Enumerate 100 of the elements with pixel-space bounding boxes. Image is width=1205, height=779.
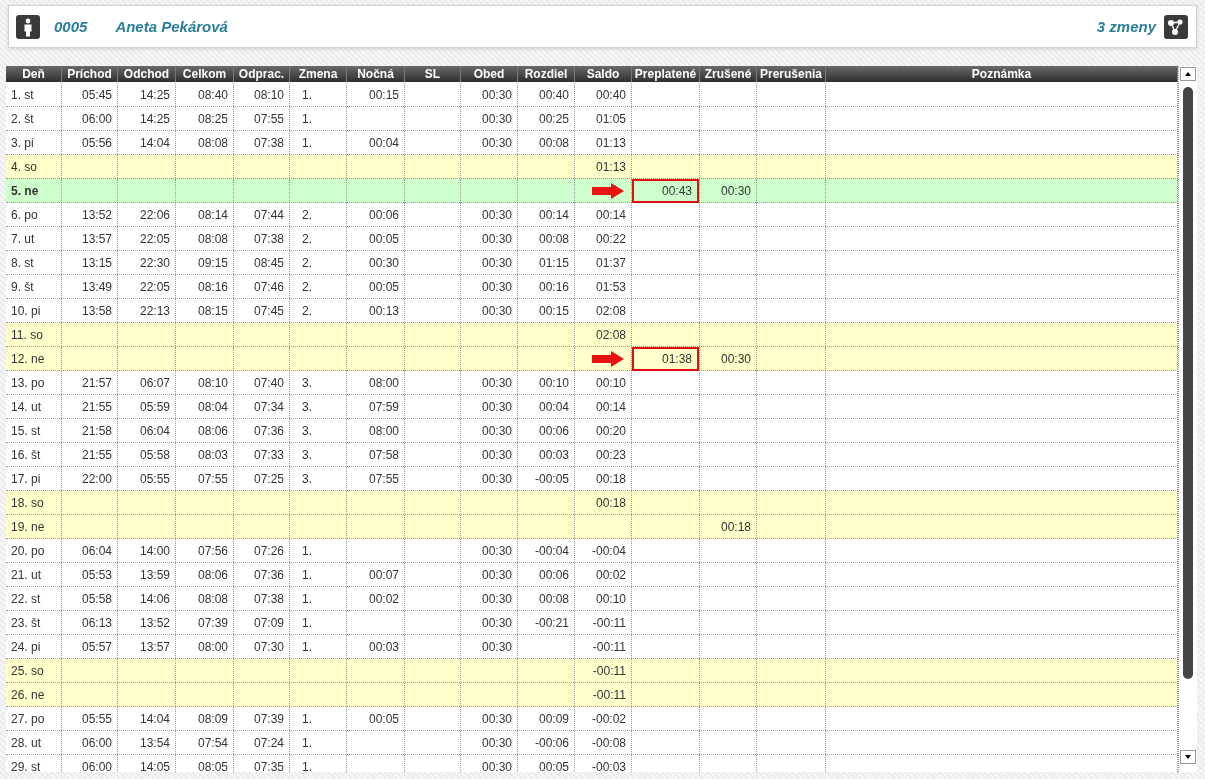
table-row[interactable]: 23. št 06:13 13:52 07:39 07:09 1. 00:30 -00:21 -00:11 bbox=[6, 611, 1178, 635]
table-row[interactable]: 3. pi 05:56 14:04 08:08 07:38 1. 00:04 00:30 00:08 01:13 bbox=[6, 131, 1178, 155]
column-header[interactable]: Prerušenia bbox=[757, 66, 826, 82]
table-cell: 05:58 bbox=[139, 447, 170, 462]
table-cell: 00:30 bbox=[481, 423, 512, 438]
table-row[interactable]: 7. ut 13:57 22:05 08:08 07:38 2. 00:05 00:30 00:08 00:22 bbox=[6, 227, 1178, 251]
table-cell: 07:38 bbox=[253, 591, 284, 606]
table-cell: 07:35 bbox=[253, 759, 284, 772]
table-cell: 06:00 bbox=[81, 735, 112, 750]
table-cell: 02:08 bbox=[595, 327, 626, 342]
table-row[interactable]: 8. st 13:15 22:30 09:15 08:45 2. 00:30 00:30 01:15 01:37 bbox=[6, 251, 1178, 275]
table-row[interactable]: 18. so 00:18 bbox=[6, 491, 1178, 515]
table-row[interactable]: 13. po 21:57 06:07 08:10 07:40 3. 08:00 00:30 00:10 00:10 bbox=[6, 371, 1178, 395]
column-header[interactable]: Odprac. bbox=[234, 66, 290, 82]
table-cell: 22:30 bbox=[139, 255, 170, 270]
column-header[interactable]: Príchod bbox=[62, 66, 118, 82]
table-cell: 17. pi bbox=[11, 471, 41, 486]
table-cell: 00:15 bbox=[538, 303, 569, 318]
column-header[interactable]: Poznámka bbox=[826, 66, 1178, 82]
table-cell: 13:59 bbox=[139, 567, 170, 582]
table-cell: 00:30 bbox=[481, 567, 512, 582]
column-header[interactable]: Rozdiel bbox=[518, 66, 575, 82]
table-row[interactable]: 16. št 21:55 05:58 08:03 07:33 3. 07:58 00:30 00:03 00:23 bbox=[6, 443, 1178, 467]
column-header[interactable]: Saldo bbox=[575, 66, 632, 82]
column-header[interactable]: Deň bbox=[6, 66, 62, 82]
column-header[interactable]: Preplatené bbox=[632, 66, 700, 82]
table-row[interactable]: 22. st 05:58 14:06 08:08 07:38 1. 00:02 00:30 00:08 00:10 bbox=[6, 587, 1178, 611]
table-row[interactable]: 1. st 05:45 14:25 08:40 08:10 1. 00:15 00:30 00:40 00:40 bbox=[6, 83, 1178, 107]
table-cell: 21:58 bbox=[81, 423, 112, 438]
person-icon[interactable] bbox=[16, 14, 40, 39]
table-row[interactable]: 17. pi 22:00 05:55 07:55 07:25 3. 07:55 00:30 -00:05 00:18 bbox=[6, 467, 1178, 491]
column-header[interactable]: Zrušené bbox=[700, 66, 757, 82]
table-cell: 18. so bbox=[11, 495, 44, 510]
table-cell: 00:30 bbox=[481, 639, 512, 654]
table-cell: 5. ne bbox=[11, 184, 39, 198]
table-cell: 07:45 bbox=[253, 303, 284, 318]
table-row[interactable]: 28. ut 06:00 13:54 07:54 07:24 1. 00:30 -00:06 -00:08 bbox=[6, 731, 1178, 755]
table-cell: 08:08 bbox=[197, 135, 228, 150]
table-cell: 00:22 bbox=[595, 231, 626, 246]
table-cell: 13. po bbox=[11, 375, 45, 390]
table-cell: 00:30 bbox=[481, 279, 512, 294]
table-cell: 14:04 bbox=[139, 135, 170, 150]
table-row[interactable]: 24. pi 05:57 13:57 08:00 07:30 1. 00:03 00:30 -00:11 bbox=[6, 635, 1178, 659]
column-header[interactable]: Odchod bbox=[118, 66, 176, 82]
scroll-up-icon[interactable] bbox=[1180, 67, 1196, 81]
table-row[interactable]: 9. št 13:49 22:05 08:16 07:46 2. 00:05 00:30 00:16 01:53 bbox=[6, 275, 1178, 299]
table-cell: 1. bbox=[302, 735, 312, 750]
table-row[interactable]: 5. ne 00:43 00:30 bbox=[6, 179, 1178, 203]
table-cell: 00:30 bbox=[481, 303, 512, 318]
table-row[interactable]: 12. ne 01:38 00:30 bbox=[6, 347, 1178, 371]
table-cell: 9. št bbox=[11, 279, 34, 294]
column-header[interactable]: Nočná bbox=[347, 66, 405, 82]
table-cell: 00:30 bbox=[481, 255, 512, 270]
table-cell: 13:52 bbox=[139, 615, 170, 630]
table-row[interactable]: 26. ne -00:11 bbox=[6, 683, 1178, 707]
table-cell: 21:55 bbox=[81, 447, 112, 462]
scroll-thumb[interactable] bbox=[1183, 87, 1193, 679]
nodes-icon[interactable] bbox=[1164, 14, 1188, 39]
table-row[interactable]: 25. so -00:11 bbox=[6, 659, 1178, 683]
table-cell: 08:14 bbox=[197, 207, 228, 222]
table-row[interactable]: 27. po 05:55 14:04 08:09 07:39 1. 00:05 00:30 00:09 -00:02 bbox=[6, 707, 1178, 731]
table-row[interactable]: 15. st 21:58 06:04 08:06 07:36 3. 08:00 00:30 00:06 00:20 bbox=[6, 419, 1178, 443]
table-cell: 00:30 bbox=[368, 255, 399, 270]
column-header[interactable]: Celkom bbox=[176, 66, 234, 82]
table-row[interactable]: 2. št 06:00 14:25 08:25 07:55 1. 00:30 00:25 01:05 bbox=[6, 107, 1178, 131]
table-row[interactable]: 4. so 01:13 bbox=[6, 155, 1178, 179]
table-cell: 00:30 bbox=[720, 352, 751, 366]
table-cell: 05:55 bbox=[139, 471, 170, 486]
table-cell: 08:45 bbox=[253, 255, 284, 270]
column-header[interactable]: Zmena bbox=[290, 66, 347, 82]
table-cell: 08:08 bbox=[197, 591, 228, 606]
employee-name: Aneta Pekárová bbox=[115, 18, 228, 35]
table-row[interactable]: 19. ne 00:18 bbox=[6, 515, 1178, 539]
table-cell: -00:11 bbox=[592, 663, 626, 678]
table-cell: 00:40 bbox=[595, 87, 626, 102]
table-cell: 08:10 bbox=[197, 375, 228, 390]
scrollbar[interactable] bbox=[1178, 66, 1197, 772]
table-cell: -00:11 bbox=[592, 615, 626, 630]
table-cell: 00:05 bbox=[368, 231, 399, 246]
table-row[interactable]: 14. ut 21:55 05:59 08:04 07:34 3. 07:59 00:30 00:04 00:14 bbox=[6, 395, 1178, 419]
table-row[interactable]: 10. pi 13:58 22:13 08:15 07:45 2. 00:13 00:30 00:15 02:08 bbox=[6, 299, 1178, 323]
table-cell: 1. bbox=[302, 135, 312, 150]
table-cell: 08:10 bbox=[253, 87, 284, 102]
table-cell: 13:57 bbox=[139, 639, 170, 654]
column-header[interactable]: Obed bbox=[461, 66, 518, 82]
table-cell: 00:14 bbox=[595, 207, 626, 222]
table-row[interactable]: 21. ut 05:53 13:59 08:06 07:36 1. 00:07 00:30 00:06 00:02 bbox=[6, 563, 1178, 587]
table-cell: 01:13 bbox=[595, 159, 626, 174]
table-cell: 00:02 bbox=[595, 567, 626, 582]
table-row[interactable]: 6. po 13:52 22:06 08:14 07:44 2. 00:06 00:30 00:14 00:14 bbox=[6, 203, 1178, 227]
table-row[interactable]: 11. so 02:08 bbox=[6, 323, 1178, 347]
scroll-down-icon[interactable] bbox=[1180, 750, 1196, 764]
table-cell: 05:53 bbox=[81, 567, 112, 582]
table-row[interactable]: 20. po 06:04 14:00 07:56 07:26 1. 00:30 -00:04 -00:04 bbox=[6, 539, 1178, 563]
table-cell: 15. st bbox=[11, 423, 41, 438]
column-header[interactable]: SL bbox=[405, 66, 461, 82]
table-cell: 28. ut bbox=[11, 735, 42, 750]
table-cell: 07:36 bbox=[253, 423, 284, 438]
table-cell: 07:26 bbox=[253, 543, 284, 558]
table-cell: 07:54 bbox=[197, 735, 228, 750]
